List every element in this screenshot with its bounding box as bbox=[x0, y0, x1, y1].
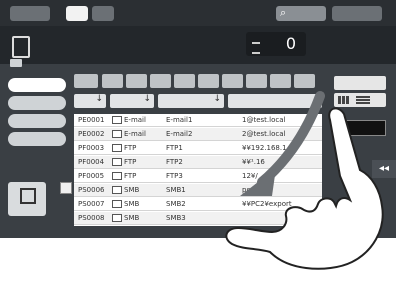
gesture-illustration bbox=[225, 91, 384, 270]
arrow-head-icon bbox=[240, 168, 276, 196]
flick-arrow-icon bbox=[257, 91, 325, 187]
